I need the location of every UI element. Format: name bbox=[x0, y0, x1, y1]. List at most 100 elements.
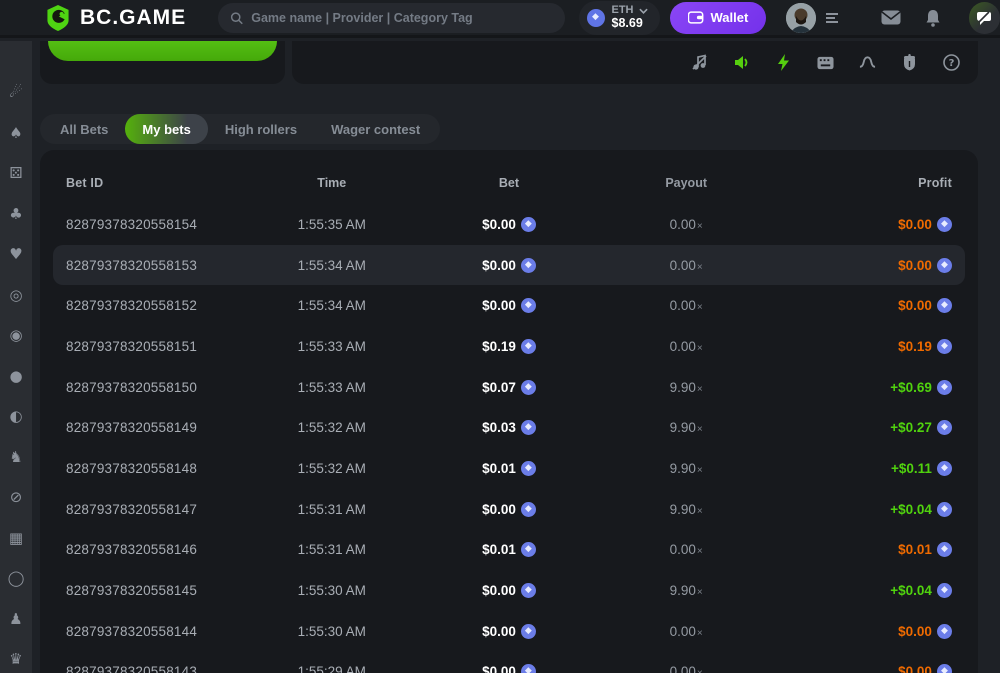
profit-amount: $0.01 bbox=[898, 542, 932, 558]
time-cell: 1:55:31 AM bbox=[297, 501, 366, 517]
eth-coin-icon: ◆ bbox=[520, 583, 536, 599]
profit-cell: $0.00 ◆ bbox=[775, 216, 952, 232]
eth-coin-icon: ◆ bbox=[936, 664, 952, 673]
multiplier-x: × bbox=[696, 464, 703, 476]
roulette-game-icon: ♞ bbox=[9, 447, 23, 466]
multiplier-x: × bbox=[696, 627, 703, 639]
profit-cell: $0.01 ◆ bbox=[775, 542, 952, 558]
chat-toggle-icon[interactable] bbox=[968, 1, 1000, 34]
seed-icon[interactable] bbox=[901, 54, 918, 71]
eth-coin-icon: ◆ bbox=[520, 338, 536, 354]
top-header: BC.GAME ◆ ETH $8.69 Wallet bbox=[0, 0, 1000, 38]
eth-coin-icon: ◆ bbox=[520, 623, 536, 639]
eth-coin-icon: ◆ bbox=[520, 379, 536, 395]
profit-amount: $0.00 bbox=[898, 664, 932, 673]
sidebar-item-stab-game[interactable]: ♟ bbox=[3, 606, 29, 632]
sidebar-item-coinflip-game[interactable]: ◐ bbox=[3, 403, 29, 429]
crash-game-icon: ☄ bbox=[9, 83, 23, 101]
eth-coin-icon: ◆ bbox=[936, 460, 952, 476]
table-row[interactable]: 82879378320558151 1:55:33 AM $0.19 ◆ 0.0… bbox=[53, 326, 965, 367]
multiplier-x: × bbox=[696, 342, 703, 354]
bet-amount: $0.01 bbox=[482, 460, 516, 476]
eth-coin-icon: ◆ bbox=[520, 542, 536, 558]
wallet-button[interactable]: Wallet bbox=[669, 1, 767, 34]
table-row[interactable]: 82879378320558152 1:55:34 AM $0.00 ◆ 0.0… bbox=[53, 285, 965, 326]
table-row[interactable]: 82879378320558154 1:55:35 AM $0.00 ◆ 0.0… bbox=[53, 204, 965, 245]
sidebar-item-roulette-game[interactable]: ♞ bbox=[3, 444, 29, 470]
trends-icon[interactable] bbox=[859, 54, 876, 71]
profit-cell: +$0.69 ◆ bbox=[775, 379, 952, 395]
payout-multiplier: 0.00 bbox=[669, 216, 696, 232]
bet-cell: $0.00 ◆ bbox=[420, 298, 597, 314]
balance-selector[interactable]: ◆ ETH $8.69 bbox=[578, 0, 660, 35]
payout-cell: 9.90× bbox=[598, 461, 775, 476]
bets-table-panel: Bet ID Time Bet Payout Profit 8287937832… bbox=[40, 150, 978, 673]
table-row[interactable]: 82879378320558148 1:55:32 AM $0.01 ◆ 9.9… bbox=[53, 448, 965, 489]
col-header-time: Time bbox=[317, 176, 347, 190]
balance-amount: $8.69 bbox=[611, 15, 643, 30]
avatar[interactable] bbox=[786, 2, 817, 33]
ball-game-icon: ⊘ bbox=[9, 488, 23, 506]
tab-wager-contest[interactable]: Wager contest bbox=[314, 114, 437, 144]
bet-cell: $0.03 ◆ bbox=[420, 420, 597, 436]
eth-coin-icon: ◆ bbox=[936, 338, 952, 354]
table-row[interactable]: 82879378320558143 1:55:29 AM $0.00 ◆ 0.0… bbox=[53, 652, 965, 673]
eth-coin-icon: ◆ bbox=[936, 420, 952, 436]
sidebar-item-limbo-game[interactable]: ◎ bbox=[3, 282, 29, 308]
table-row[interactable]: 82879378320558150 1:55:33 AM $0.07 ◆ 9.9… bbox=[53, 367, 965, 408]
dice-game-icon: ⚄ bbox=[9, 164, 23, 182]
eth-coin-icon: ◆ bbox=[936, 501, 952, 517]
tab-my-bets[interactable]: My bets bbox=[125, 114, 208, 144]
profit-amount: +$0.04 bbox=[890, 583, 932, 599]
table-row[interactable]: 82879378320558146 1:55:31 AM $0.01 ◆ 0.0… bbox=[53, 530, 965, 571]
sidebar-item-wheel-game[interactable]: ◉ bbox=[3, 322, 29, 348]
search-input[interactable] bbox=[251, 10, 553, 25]
hotkeys-icon[interactable] bbox=[817, 54, 834, 71]
profit-amount: +$0.27 bbox=[890, 420, 932, 436]
payout-multiplier: 0.00 bbox=[669, 664, 696, 673]
table-row[interactable]: 82879378320558147 1:55:31 AM $0.00 ◆ 9.9… bbox=[53, 489, 965, 530]
balance-currency: ETH bbox=[611, 4, 634, 17]
sidebar-item-cards-game[interactable]: ♠ bbox=[3, 120, 29, 146]
sidebar-item-keno-game[interactable]: ▦ bbox=[3, 525, 29, 551]
user-profile[interactable] bbox=[786, 2, 840, 33]
sidebar-item-ring-game[interactable]: ◯ bbox=[3, 565, 29, 591]
bcgame-logo[interactable]: BC.GAME bbox=[45, 4, 186, 32]
table-row[interactable]: 82879378320558145 1:55:30 AM $0.00 ◆ 9.9… bbox=[53, 570, 965, 611]
payout-cell: 0.00× bbox=[598, 542, 775, 557]
bet-id-cell: 82879378320558148 bbox=[66, 460, 198, 476]
wheel-game-icon: ◉ bbox=[9, 326, 23, 344]
bet-id-cell: 82879378320558150 bbox=[66, 379, 198, 395]
profit-amount: $0.19 bbox=[898, 338, 932, 354]
bet-button[interactable] bbox=[48, 41, 277, 61]
sidebar-item-dice-game[interactable]: ⚄ bbox=[3, 160, 29, 186]
bet-amount: $0.00 bbox=[482, 583, 516, 599]
sidebar: ☄ ♠ ⚄ ♣ ♥ ◎ ◉ ● ◐ ♞ ⊘ ▦ ◯ ♟ ♛ ◈ ► ◇ bbox=[0, 41, 32, 673]
eth-coin-icon: ◆ bbox=[520, 257, 536, 273]
music-off-icon[interactable] bbox=[691, 54, 708, 71]
keno-game-icon: ▦ bbox=[8, 528, 24, 547]
turbo-bolt-icon[interactable] bbox=[775, 54, 792, 71]
tab-all-bets[interactable]: All Bets bbox=[43, 114, 125, 144]
table-row[interactable]: 82879378320558149 1:55:32 AM $0.03 ◆ 9.9… bbox=[53, 407, 965, 448]
sidebar-item-plinko-game[interactable]: ♛ bbox=[3, 646, 29, 672]
profit-amount: $0.00 bbox=[898, 623, 932, 639]
search-bar[interactable] bbox=[218, 2, 565, 33]
help-icon[interactable]: ? bbox=[943, 54, 960, 71]
sidebar-item-egg-game[interactable]: ● bbox=[3, 363, 29, 389]
sidebar-item-chips-game[interactable]: ♣ bbox=[3, 201, 29, 227]
sidebar-item-crash-game[interactable]: ☄ bbox=[3, 79, 29, 105]
table-row[interactable]: 82879378320558153 1:55:34 AM $0.00 ◆ 0.0… bbox=[53, 244, 965, 286]
table-row[interactable]: 82879378320558144 1:55:30 AM $0.00 ◆ 0.0… bbox=[53, 611, 965, 652]
bet-amount: $0.19 bbox=[482, 338, 516, 354]
tab-high-rollers[interactable]: High rollers bbox=[208, 114, 314, 144]
sound-on-icon[interactable] bbox=[733, 54, 750, 71]
wallet-icon bbox=[687, 11, 703, 24]
col-header-payout: Payout bbox=[665, 176, 707, 190]
mail-icon[interactable] bbox=[880, 7, 902, 29]
sidebar-item-fruit-game[interactable]: ♥ bbox=[3, 241, 29, 267]
coinflip-game-icon: ◐ bbox=[9, 407, 23, 425]
menu-icon[interactable] bbox=[824, 12, 840, 24]
sidebar-item-ball-game[interactable]: ⊘ bbox=[3, 484, 29, 510]
bell-icon[interactable] bbox=[922, 7, 944, 29]
